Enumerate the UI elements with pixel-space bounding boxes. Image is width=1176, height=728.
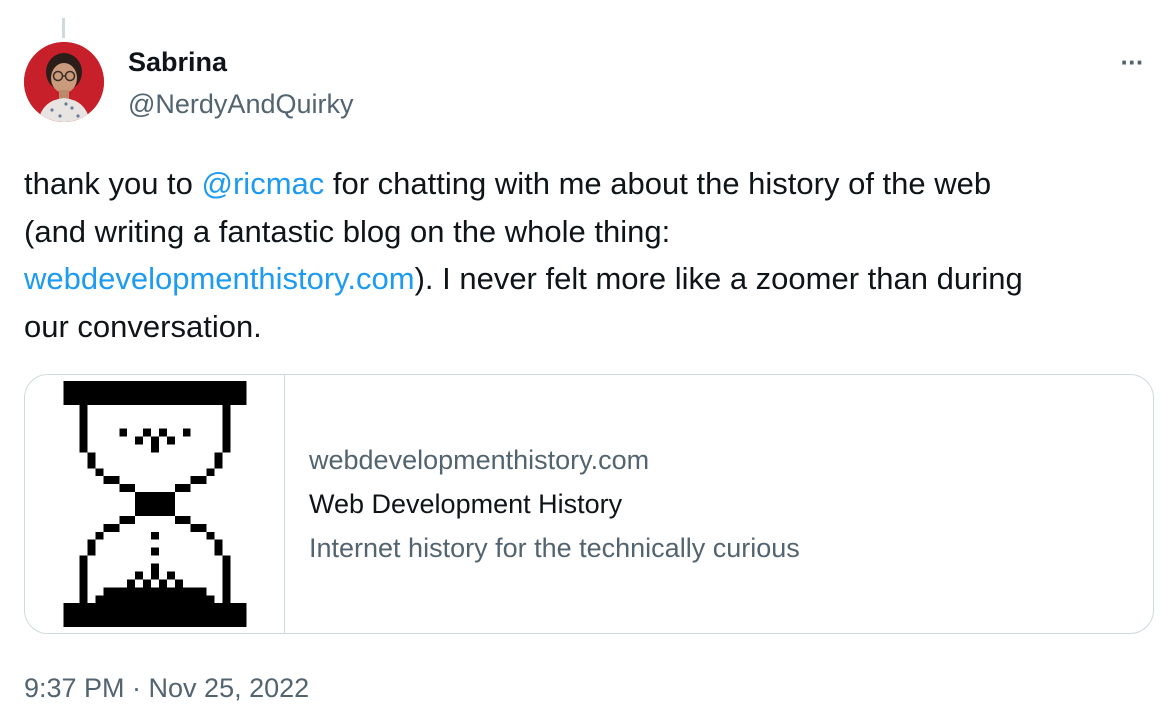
more-horizontal-icon: ··· — [1120, 46, 1145, 77]
tweet-text-segment: (and writing a fantastic blog on the who… — [24, 213, 671, 249]
more-options-button[interactable]: ··· — [1110, 44, 1154, 80]
hourglass-icon — [63, 381, 247, 627]
mention-link[interactable]: @ricmac — [202, 166, 325, 201]
tweet-text-segment: for chatting with me about the history o… — [324, 166, 992, 201]
card-title: Web Development History — [309, 489, 623, 519]
author-handle[interactable]: @NerdyAndQuirky — [128, 86, 353, 122]
url-link[interactable]: webdevelopmenthistory.com — [24, 261, 415, 296]
avatar-portrait — [24, 42, 104, 122]
tweet-timestamp[interactable]: 9:37 PM · Nov 25, 2022 — [24, 668, 309, 708]
tweet-text: thank you to @ricmac for chatting with m… — [24, 160, 1164, 350]
tweet-page: Sabrina @NerdyAndQuirky ··· thank you to… — [0, 0, 1176, 728]
card-text: webdevelopmenthistory.com Web Developmen… — [285, 375, 1153, 633]
link-preview-card[interactable]: webdevelopmenthistory.com Web Developmen… — [24, 374, 1154, 634]
tweet-text-segment: our conversation. — [24, 308, 262, 344]
thread-connector-line — [62, 18, 65, 38]
tweet-text-segment: ). I never felt more like a zoomer than … — [414, 261, 1023, 296]
tweet-text-segment: thank you to — [24, 166, 202, 201]
tweet-line-4: our conversation. — [24, 303, 1164, 351]
card-description: Internet history for the technically cur… — [309, 533, 800, 563]
avatar[interactable] — [24, 42, 104, 122]
tweet-line-2: (and writing a fantastic blog on the who… — [24, 208, 1164, 256]
card-image — [25, 375, 285, 633]
tweet-line-1: thank you to @ricmac for chatting with m… — [24, 160, 1164, 208]
tweet-line-3: webdevelopmenthistory.com). I never felt… — [24, 255, 1164, 303]
author-name[interactable]: Sabrina — [128, 44, 227, 80]
card-domain: webdevelopmenthistory.com — [309, 445, 650, 475]
